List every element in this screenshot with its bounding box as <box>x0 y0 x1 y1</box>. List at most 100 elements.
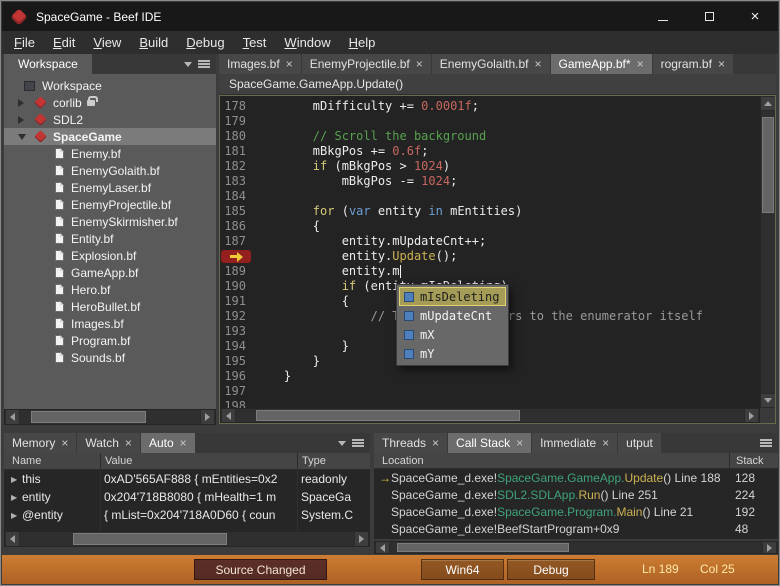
callstack-tab-call-stack[interactable]: Call Stack × <box>448 433 532 453</box>
expand-icon[interactable]: ▶ <box>4 493 22 502</box>
tree-item-entity-bf[interactable]: Entity.bf <box>4 230 216 247</box>
callstack-tab-utput[interactable]: utput <box>618 433 661 453</box>
code-line-198[interactable]: 198 <box>220 399 760 408</box>
watch-row-entity[interactable]: ▶ entity 0x204'718B8080 { mHealth=1 m Space… <box>4 488 370 506</box>
code-line-188[interactable]: 188 entity.Update(); <box>220 249 760 264</box>
expand-arrow-icon[interactable] <box>18 99 24 107</box>
code-line-197[interactable]: 197 <box>220 384 760 399</box>
minimize-button[interactable] <box>640 2 686 31</box>
close-tab-icon[interactable]: × <box>602 437 609 449</box>
close-tab-icon[interactable]: × <box>416 58 423 70</box>
callstack-tab-immediate[interactable]: Immediate × <box>532 433 618 453</box>
close-tab-icon[interactable]: × <box>432 437 439 449</box>
scroll-left-button[interactable] <box>221 409 236 422</box>
tree-item-enemylaser-bf[interactable]: EnemyLaser.bf <box>4 179 216 196</box>
tree-item-spacegame[interactable]: SpaceGame <box>4 128 216 145</box>
menu-test[interactable]: Test <box>234 32 276 53</box>
code-line-178[interactable]: 178 mDifficulty += 0.0001f; <box>220 99 760 114</box>
expand-icon[interactable]: ▶ <box>4 511 22 520</box>
code-line-179[interactable]: 179 <box>220 114 760 129</box>
code-line-180[interactable]: 180 // Scroll the background <box>220 129 760 144</box>
autocomplete-item-mupdatecnt[interactable]: mUpdateCnt <box>399 306 506 325</box>
tree-item-images-bf[interactable]: Images.bf <box>4 315 216 332</box>
code-line-183[interactable]: 183 mBkgPos -= 1024; <box>220 174 760 189</box>
tree-item-hero-bf[interactable]: Hero.bf <box>4 281 216 298</box>
source-changed-button[interactable]: Source Changed <box>194 559 327 580</box>
editor-tab-images-bf[interactable]: Images.bf × <box>219 54 301 74</box>
close-tab-icon[interactable]: × <box>718 58 725 70</box>
tree-item-program-bf[interactable]: Program.bf <box>4 332 216 349</box>
scroll-thumb[interactable] <box>73 533 228 545</box>
autocomplete-item-mx[interactable]: mX <box>399 325 506 344</box>
close-tab-icon[interactable]: × <box>286 58 293 70</box>
watch-tab-watch[interactable]: Watch × <box>77 433 140 453</box>
tree-item-gameapp-bf[interactable]: GameApp.bf <box>4 264 216 281</box>
code-line-187[interactable]: 187 entity.mUpdateCnt++; <box>220 234 760 249</box>
close-tab-icon[interactable]: × <box>61 437 68 449</box>
code-line-185[interactable]: 185 for (var entity in mEntities) <box>220 204 760 219</box>
workspace-tab[interactable]: Workspace <box>4 54 92 74</box>
tree-item-sounds-bf[interactable]: Sounds.bf <box>4 349 216 366</box>
workspace-scrollbar[interactable] <box>4 409 216 425</box>
column-header-type[interactable]: Type <box>297 453 370 469</box>
tree-item-enemyskirmisher-bf[interactable]: EnemySkirmisher.bf <box>4 213 216 230</box>
scroll-left-button[interactable] <box>5 532 20 546</box>
panel-menu-icon[interactable] <box>760 439 772 447</box>
tree-item-explosion-bf[interactable]: Explosion.bf <box>4 247 216 264</box>
callstack-frame[interactable]: → SpaceGame_d.exe!SpaceGame.GameApp.Updat… <box>374 469 778 486</box>
config-dropdown[interactable]: Debug <box>507 559 595 580</box>
column-header-location[interactable]: Location <box>374 455 729 467</box>
code-editor[interactable]: 178 mDifficulty += 0.0001f; 179 180 // Scr… <box>219 95 776 424</box>
column-header-name[interactable]: Name <box>4 455 100 467</box>
scroll-right-button[interactable] <box>354 532 369 546</box>
scroll-thumb[interactable] <box>30 411 146 423</box>
platform-dropdown[interactable]: Win64 <box>421 559 504 580</box>
maximize-button[interactable] <box>686 2 732 31</box>
callstack-frame[interactable]: SpaceGame_d.exe!BeefStartProgram+0x9 48 <box>374 520 778 537</box>
panel-menu-icon[interactable] <box>198 60 210 68</box>
expand-arrow-icon[interactable] <box>18 116 24 124</box>
panel-menu-icon[interactable] <box>352 439 364 447</box>
callstack-scrollbar[interactable] <box>374 541 778 554</box>
collapse-arrow-icon[interactable] <box>18 134 26 140</box>
close-tab-icon[interactable]: × <box>125 437 132 449</box>
watch-scrollbar[interactable] <box>4 531 370 547</box>
scroll-up-button[interactable] <box>761 96 775 111</box>
code-line-181[interactable]: 181 mBkgPos += 0.6f; <box>220 144 760 159</box>
scroll-down-button[interactable] <box>761 393 775 408</box>
menu-file[interactable]: File <box>5 32 44 53</box>
breadcrumb[interactable]: SpaceGame.GameApp.Update() <box>219 74 776 95</box>
scroll-right-button[interactable] <box>200 410 215 424</box>
scroll-right-button[interactable] <box>744 409 759 422</box>
menu-debug[interactable]: Debug <box>177 32 233 53</box>
close-tab-icon[interactable]: × <box>516 437 523 449</box>
code-line-186[interactable]: 186 { <box>220 219 760 234</box>
chevron-down-icon[interactable] <box>338 440 346 446</box>
code-line-189[interactable]: 189 entity.m <box>220 264 760 279</box>
tree-item-enemygolaith-bf[interactable]: EnemyGolaith.bf <box>4 162 216 179</box>
chevron-down-icon[interactable] <box>184 61 192 67</box>
editor-tab-rogram-bf[interactable]: rogram.bf × <box>652 54 733 74</box>
tree-item-sdl2[interactable]: SDL2 <box>4 111 216 128</box>
tree-item-herobullet-bf[interactable]: HeroBullet.bf <box>4 298 216 315</box>
code-line-196[interactable]: 196 } <box>220 369 760 384</box>
code-line-182[interactable]: 182 if (mBkgPos > 1024) <box>220 159 760 174</box>
close-tab-icon[interactable]: × <box>637 58 644 70</box>
menu-build[interactable]: Build <box>130 32 177 53</box>
close-tab-icon[interactable]: × <box>535 58 542 70</box>
menu-window[interactable]: Window <box>275 32 339 53</box>
autocomplete-item-misdeleting[interactable]: mIsDeleting <box>399 287 506 306</box>
close-button[interactable]: × <box>732 2 778 31</box>
autocomplete-item-my[interactable]: mY <box>399 344 506 363</box>
editor-tab-gameapp-bf[interactable]: GameApp.bf* × <box>550 54 652 74</box>
scroll-left-button[interactable] <box>375 542 390 553</box>
tree-item-enemy-bf[interactable]: Enemy.bf <box>4 145 216 162</box>
menu-view[interactable]: View <box>84 32 130 53</box>
close-tab-icon[interactable]: × <box>180 437 187 449</box>
scroll-thumb[interactable] <box>256 410 521 421</box>
scroll-left-button[interactable] <box>5 410 20 424</box>
scroll-thumb[interactable] <box>397 543 569 552</box>
tree-item-workspace[interactable]: Workspace <box>4 77 216 94</box>
code-line-184[interactable]: 184 <box>220 189 760 204</box>
column-header-stack[interactable]: Stack <box>729 453 778 468</box>
